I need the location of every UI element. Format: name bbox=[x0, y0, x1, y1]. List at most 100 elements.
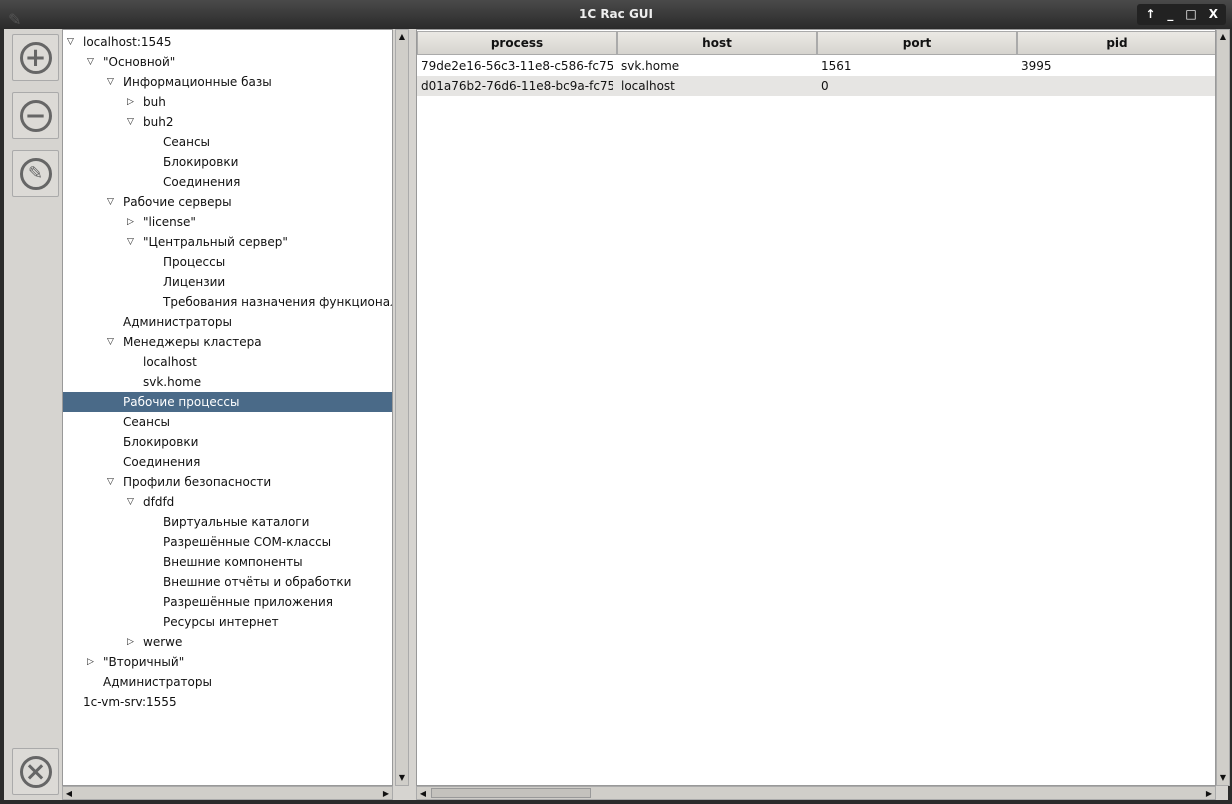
plus-icon: + bbox=[19, 41, 52, 74]
tree-node[interactable]: Блокировки bbox=[63, 432, 392, 452]
expanded-arrow-icon[interactable]: ▽ bbox=[107, 472, 114, 492]
tree-node[interactable]: ▽ localhost:1545 bbox=[63, 32, 392, 52]
tree-node-label: Соединения bbox=[163, 175, 241, 189]
tree-node[interactable]: ▽ Рабочие серверы bbox=[63, 192, 392, 212]
edit-button[interactable]: ✎ bbox=[12, 150, 59, 197]
scroll-up-icon[interactable]: ▲ bbox=[1217, 30, 1229, 44]
table-vertical-scrollbar[interactable]: ▲ ▼ bbox=[1216, 29, 1230, 786]
tree-node[interactable]: Соединения bbox=[63, 452, 392, 472]
table-horizontal-scrollbar[interactable]: ◀ ▶ bbox=[416, 786, 1216, 800]
table-row[interactable]: 79de2e16-56c3-11e8-c586-fc75165 svk.home 1… bbox=[417, 56, 1215, 76]
tree-node[interactable]: ▽ Информационные базы bbox=[63, 72, 392, 92]
expanded-arrow-icon[interactable]: ▽ bbox=[107, 192, 114, 212]
tree-node[interactable]: Администраторы bbox=[63, 312, 392, 332]
tree-node[interactable]: ▷ "Вторичный" bbox=[63, 652, 392, 672]
processes-table[interactable]: process host port pid 79de2e16-56c3-11e8-c58… bbox=[416, 29, 1216, 786]
tree-node[interactable]: Блокировки bbox=[63, 152, 392, 172]
scroll-down-icon[interactable]: ▼ bbox=[396, 771, 408, 785]
scroll-down-icon[interactable]: ▼ bbox=[1217, 771, 1229, 785]
tree-node[interactable]: Виртуальные каталоги bbox=[63, 512, 392, 532]
tree-node[interactable]: 1c-vm-srv:1555 bbox=[63, 692, 392, 712]
keep-above-button[interactable]: ↑ bbox=[1145, 4, 1155, 25]
tree-node[interactable]: ▽ Менеджеры кластера bbox=[63, 332, 392, 352]
tree-node[interactable]: Лицензии bbox=[63, 272, 392, 292]
tree-node[interactable]: svk.home bbox=[63, 372, 392, 392]
column-header-port[interactable]: port bbox=[817, 31, 1017, 55]
tree-node[interactable]: Разрешённые приложения bbox=[63, 592, 392, 612]
expanded-arrow-icon[interactable]: ▽ bbox=[67, 32, 74, 52]
add-button[interactable]: + bbox=[12, 34, 59, 81]
expanded-arrow-icon[interactable]: ▽ bbox=[127, 232, 134, 252]
tree-node[interactable]: Сеансы bbox=[63, 132, 392, 152]
tree-node-label: localhost:1545 bbox=[83, 35, 172, 49]
expanded-arrow-icon[interactable]: ▽ bbox=[127, 112, 134, 132]
expanded-arrow-icon[interactable]: ▽ bbox=[107, 332, 114, 352]
tree-node[interactable]: Соединения bbox=[63, 172, 392, 192]
maximize-button[interactable]: □ bbox=[1185, 4, 1196, 25]
tree-node-label: "Основной" bbox=[103, 55, 176, 69]
tree-node[interactable]: ▷ "license" bbox=[63, 212, 392, 232]
collapsed-arrow-icon[interactable]: ▷ bbox=[127, 632, 134, 652]
cluster-tree[interactable]: ▽ localhost:1545 ▽ "Основной" ▽ Информационны… bbox=[62, 29, 393, 786]
scroll-right-icon[interactable]: ▶ bbox=[1203, 787, 1215, 801]
tree-node[interactable]: ▽ buh2 bbox=[63, 112, 392, 132]
tree-node[interactable]: Ресурсы интернет bbox=[63, 612, 392, 632]
tree-node-label: Ресурсы интернет bbox=[163, 615, 279, 629]
tree-node[interactable]: ▷ buh bbox=[63, 92, 392, 112]
tree-node[interactable]: ▽ dfdfd bbox=[63, 492, 392, 512]
expanded-arrow-icon[interactable]: ▽ bbox=[107, 72, 114, 92]
window-title: 1C Rac GUI bbox=[578, 7, 654, 21]
collapsed-arrow-icon[interactable]: ▷ bbox=[127, 212, 134, 232]
collapsed-arrow-icon[interactable]: ▷ bbox=[87, 652, 94, 672]
tree-horizontal-scrollbar[interactable]: ◀ ▶ bbox=[62, 786, 393, 800]
tree-node[interactable]: Сеансы bbox=[63, 412, 392, 432]
column-header-process[interactable]: process bbox=[417, 31, 617, 55]
tree-node-label: Внешние компоненты bbox=[163, 555, 303, 569]
scroll-left-icon[interactable]: ◀ bbox=[63, 787, 75, 801]
scroll-left-icon[interactable]: ◀ bbox=[417, 787, 429, 801]
title-bar: ✎ 1C Rac GUI ↑ _ □ X bbox=[0, 0, 1232, 29]
tree-node[interactable]: Внешние отчёты и обработки bbox=[63, 572, 392, 592]
tree-node[interactable]: Внешние компоненты bbox=[63, 552, 392, 572]
remove-button[interactable]: − bbox=[12, 92, 59, 139]
close-button[interactable]: × bbox=[12, 748, 59, 795]
expanded-arrow-icon[interactable]: ▽ bbox=[127, 492, 134, 512]
close-window-button[interactable]: X bbox=[1209, 4, 1218, 25]
cell-pid: 3995 bbox=[1021, 59, 1052, 73]
column-header-pid[interactable]: pid bbox=[1017, 31, 1215, 55]
table-row[interactable]: d01a76b2-76d6-11e8-bc9a-fc75165 localhost… bbox=[417, 76, 1215, 96]
tree-node[interactable]: ▷ werwe bbox=[63, 632, 392, 652]
close-icon: × bbox=[19, 755, 52, 788]
tree-node-label: Информационные базы bbox=[123, 75, 272, 89]
tree-node-label: Рабочие серверы bbox=[123, 195, 232, 209]
expanded-arrow-icon[interactable]: ▽ bbox=[87, 52, 94, 72]
scroll-right-icon[interactable]: ▶ bbox=[380, 787, 392, 801]
collapsed-arrow-icon[interactable]: ▷ bbox=[127, 92, 134, 112]
tree-node[interactable]: localhost bbox=[63, 352, 392, 372]
tree-vertical-scrollbar[interactable]: ▲ ▼ bbox=[395, 29, 409, 786]
tree-node[interactable]: Администраторы bbox=[63, 672, 392, 692]
cell-process: 79de2e16-56c3-11e8-c586-fc75165 bbox=[421, 59, 613, 73]
tree-node-label: localhost bbox=[143, 355, 197, 369]
cell-host: localhost bbox=[621, 79, 675, 93]
tree-node-label: Рабочие процессы bbox=[123, 395, 240, 409]
column-header-host[interactable]: host bbox=[617, 31, 817, 55]
tree-node[interactable]: Разрешённые COM-классы bbox=[63, 532, 392, 552]
tree-node-label: buh bbox=[143, 95, 166, 109]
tree-node[interactable]: Рабочие процессы bbox=[63, 392, 392, 412]
cell-process: d01a76b2-76d6-11e8-bc9a-fc75165 bbox=[421, 79, 613, 93]
main-window: + − ✎ × ▽ localhost:1545 ▽ "Основной" ▽ Инфор… bbox=[4, 29, 1230, 800]
scroll-thumb[interactable] bbox=[431, 788, 591, 798]
minimize-button[interactable]: _ bbox=[1167, 4, 1173, 25]
tree-node[interactable]: ▽ "Центральный сервер" bbox=[63, 232, 392, 252]
tree-node[interactable]: Требования назначения функциональнос bbox=[63, 292, 392, 312]
tree-node-label: svk.home bbox=[143, 375, 202, 389]
tree-node-label: Лицензии bbox=[163, 275, 226, 289]
tree-node[interactable]: Процессы bbox=[63, 252, 392, 272]
scroll-up-icon[interactable]: ▲ bbox=[396, 30, 408, 44]
tree-node-label: Внешние отчёты и обработки bbox=[163, 575, 352, 589]
tree-node[interactable]: ▽ "Основной" bbox=[63, 52, 392, 72]
tree-node-label: Требования назначения функциональнос bbox=[163, 295, 392, 309]
window-controls: ↑ _ □ X bbox=[1137, 4, 1226, 25]
tree-node[interactable]: ▽ Профили безопасности bbox=[63, 472, 392, 492]
